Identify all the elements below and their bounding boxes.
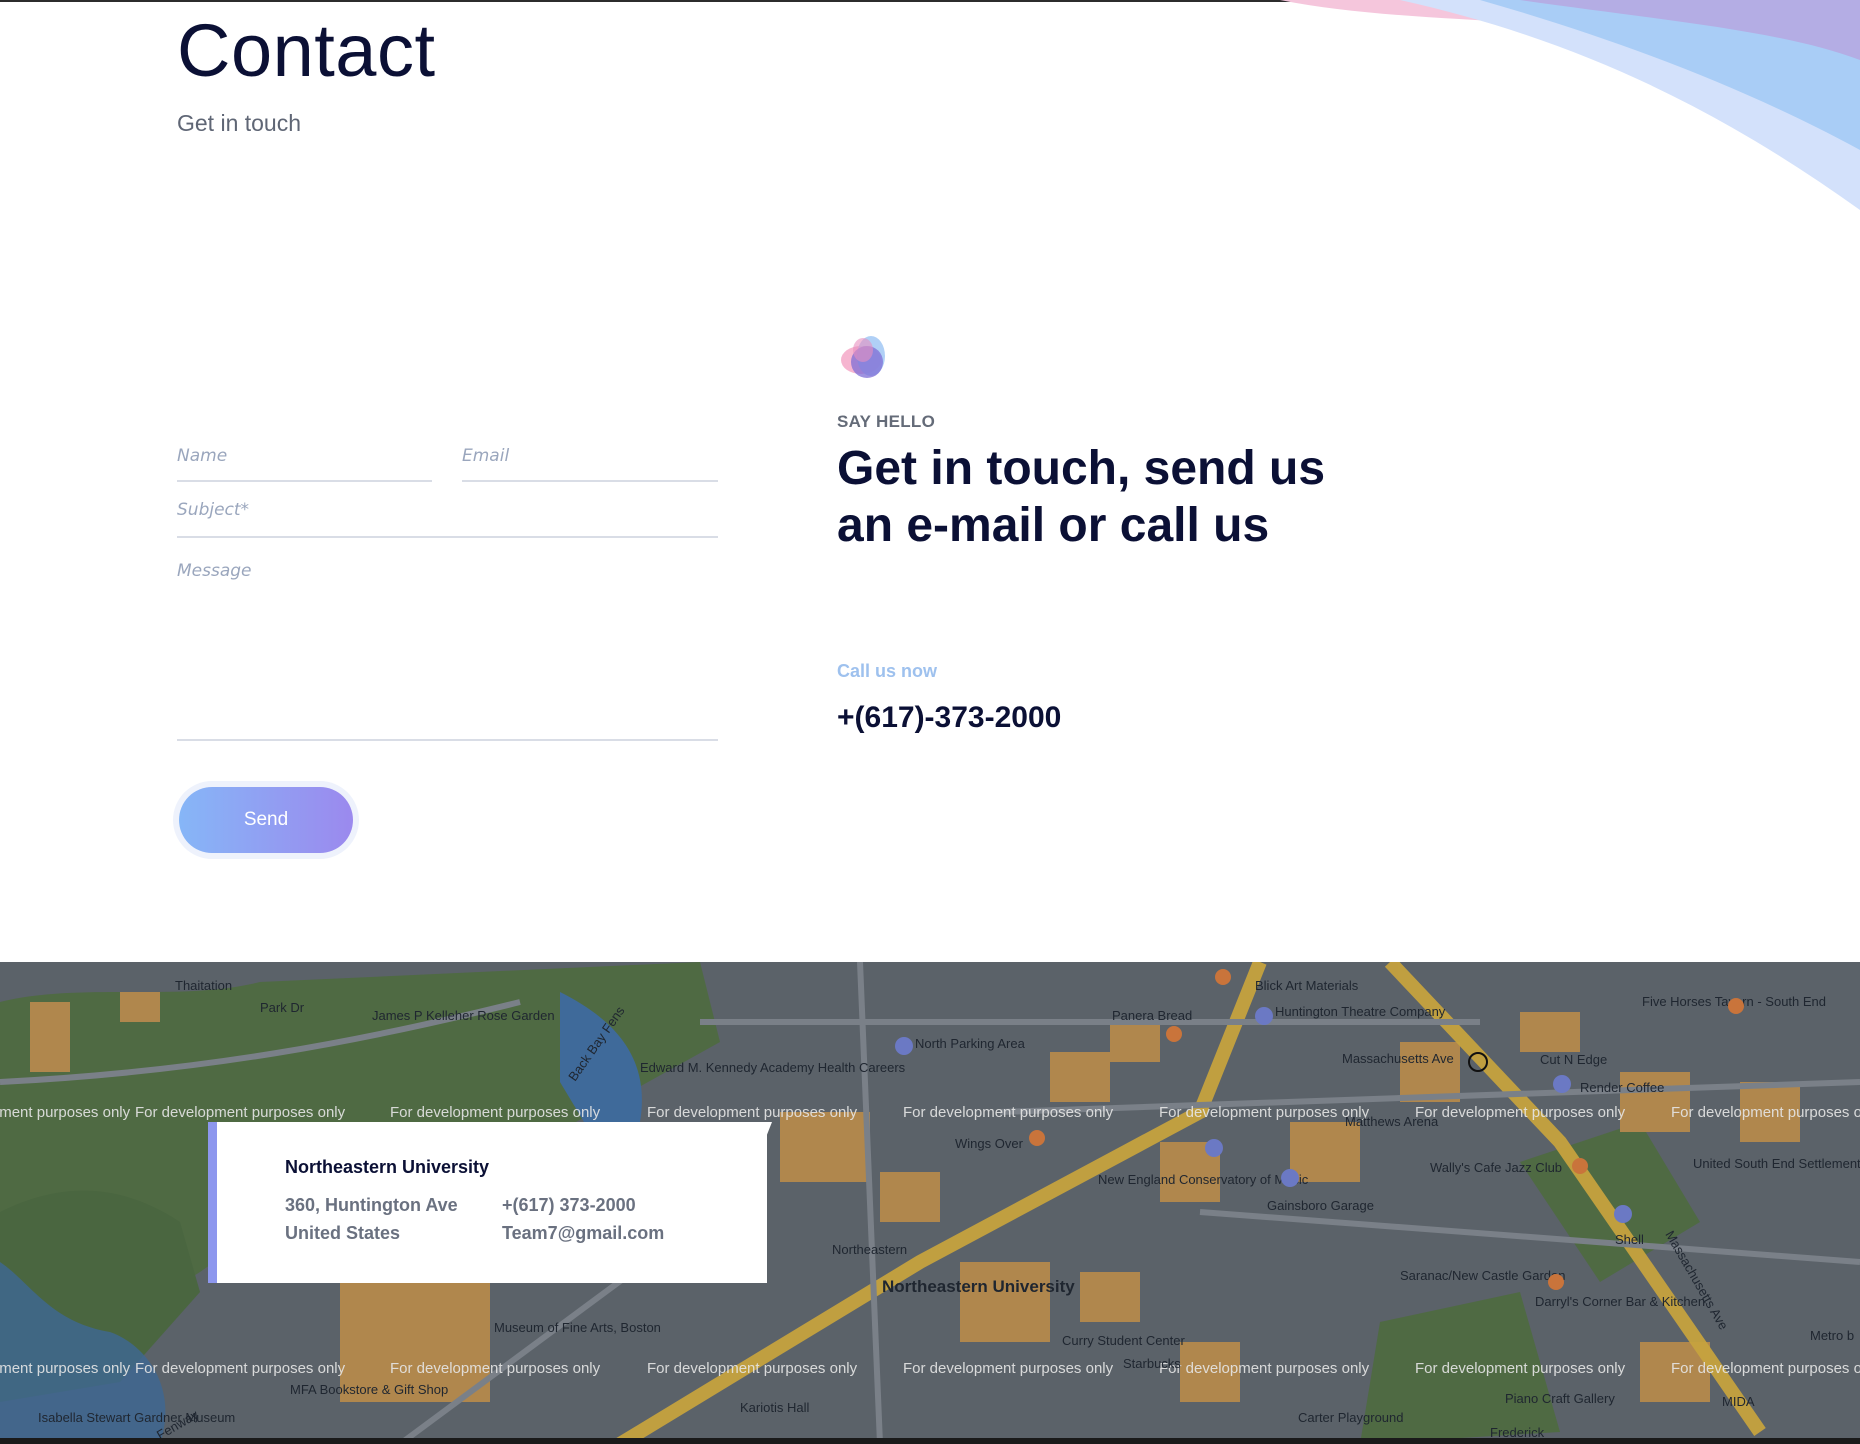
map-watermark: For development purposes only — [1671, 1360, 1860, 1377]
restaurant-pin-icon[interactable] — [1166, 1026, 1182, 1042]
map-label: Darryl's Corner Bar & Kitchen — [1535, 1294, 1705, 1309]
map-label: United South End Settlements (Harriet... — [1693, 1156, 1860, 1171]
map-watermark: For development purposes only — [647, 1104, 858, 1121]
email-underline — [462, 480, 718, 482]
subject-input[interactable] — [177, 494, 722, 536]
map-label: Massachusetts Ave — [1342, 1051, 1454, 1066]
map-pin-icon[interactable] — [895, 1037, 913, 1055]
map-watermark: For development purposes only — [135, 1360, 346, 1377]
map-watermark: For development purposes only — [390, 1104, 601, 1121]
map-watermark: For development purposes only — [903, 1360, 1114, 1377]
card-org-name: Northeastern University — [285, 1157, 490, 1177]
map-label: Wings Over — [955, 1136, 1024, 1151]
page-title: Contact — [177, 9, 436, 92]
map-pin-icon[interactable] — [1205, 1139, 1223, 1157]
restaurant-pin-icon[interactable] — [1728, 998, 1744, 1014]
say-hello-eyebrow: SAY HELLO — [837, 412, 936, 431]
card-email[interactable]: Team7@gmail.com — [502, 1223, 664, 1244]
subject-underline — [177, 536, 718, 538]
map-label: MIDA — [1722, 1394, 1755, 1409]
map-label: MFA Bookstore & Gift Shop — [290, 1382, 448, 1397]
map-label: Matthews Arena — [1345, 1114, 1439, 1129]
map-pin-icon[interactable] — [1553, 1075, 1571, 1093]
map-label: Cut N Edge — [1540, 1052, 1607, 1067]
send-button[interactable]: Send — [179, 787, 353, 853]
map-watermark: For development purposes only — [1159, 1360, 1370, 1377]
page-subtitle: Get in touch — [177, 110, 302, 136]
map-watermark: For development purposes only — [1671, 1104, 1860, 1121]
message-textarea[interactable] — [177, 556, 722, 740]
map-label: Isabella Stewart Gardner Museum — [38, 1410, 235, 1425]
map-watermark: For development purposes only — [1415, 1104, 1626, 1121]
restaurant-pin-icon[interactable] — [1548, 1274, 1564, 1290]
brand-logo-icon — [841, 336, 885, 378]
name-underline — [177, 480, 432, 482]
email-input[interactable] — [462, 440, 722, 482]
map-watermark: For development purposes only — [1159, 1104, 1370, 1121]
map-label: Kariotis Hall — [740, 1400, 809, 1415]
restaurant-pin-icon[interactable] — [1215, 969, 1231, 985]
map-label: Thaitation — [175, 978, 232, 993]
map-label: Saranac/New Castle Garden — [1400, 1268, 1565, 1283]
map-watermark: For development purposes only — [903, 1104, 1114, 1121]
map-label: Blick Art Materials — [1255, 978, 1359, 993]
map-watermark: For development purposes only — [0, 1104, 131, 1121]
map-label: Northeastern — [832, 1242, 907, 1257]
map-watermark: For development purposes only — [0, 1360, 131, 1377]
map-label: Metro b — [1810, 1328, 1854, 1343]
map-label: Huntington Theatre Company — [1275, 1004, 1446, 1019]
map-label: Park Dr — [260, 1000, 305, 1015]
hello-headline: Get in touch, send us an e-mail or call … — [837, 442, 1326, 552]
map-label: Edward M. Kennedy Academy Health Careers — [640, 1060, 906, 1075]
decorative-wave — [1280, 0, 1860, 210]
restaurant-pin-icon[interactable] — [1029, 1130, 1045, 1146]
map-label: North Parking Area — [915, 1036, 1026, 1051]
card-address-line1: 360, Huntington Ave — [285, 1195, 458, 1215]
map-watermark: For development purposes only — [647, 1360, 858, 1377]
map-label: James P Kelleher Rose Garden — [372, 1008, 555, 1023]
map-bottom-border — [0, 1438, 1860, 1444]
map-label: Northeastern University — [882, 1277, 1075, 1296]
map-label: Shell — [1615, 1232, 1644, 1247]
map-label: Carter Playground — [1298, 1410, 1404, 1425]
name-input[interactable] — [177, 440, 436, 482]
map-pin-icon[interactable] — [1255, 1007, 1273, 1025]
card-phone[interactable]: +(617) 373-2000 — [502, 1195, 636, 1216]
map-watermark: For development purposes only — [135, 1104, 346, 1121]
map-label: New England Conservatory of Music — [1098, 1172, 1309, 1187]
map-watermark: For development purposes only — [1415, 1360, 1626, 1377]
map-label: Starbucks — [1123, 1356, 1181, 1371]
map-label: Piano Craft Gallery — [1505, 1391, 1615, 1406]
map-label: Gainsboro Garage — [1267, 1198, 1374, 1213]
map-pin-icon[interactable] — [1614, 1205, 1632, 1223]
restaurant-pin-icon[interactable] — [1572, 1158, 1588, 1174]
map-pin-icon[interactable] — [1281, 1169, 1299, 1187]
map-label: Museum of Fine Arts, Boston — [494, 1320, 661, 1335]
map-label: Render Coffee — [1580, 1080, 1664, 1095]
contact-phone[interactable]: +(617)-373-2000 — [837, 701, 1061, 735]
map-label: Curry Student Center — [1062, 1333, 1186, 1348]
call-us-label: Call us now — [837, 661, 938, 681]
map-label: Wally's Cafe Jazz Club — [1430, 1160, 1562, 1175]
card-address-line2: United States — [285, 1223, 401, 1243]
map-watermark: For development purposes only — [390, 1360, 601, 1377]
map-label: Panera Bread — [1112, 1008, 1192, 1023]
message-underline — [177, 739, 718, 741]
